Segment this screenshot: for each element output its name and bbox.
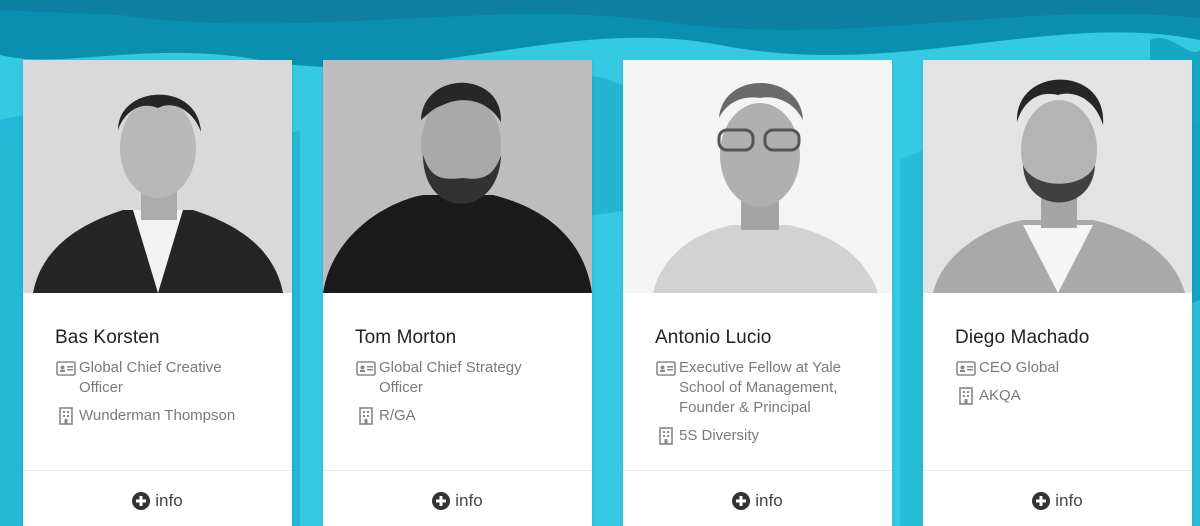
company-name: Wunderman Thompson: [79, 407, 236, 424]
plus-circle-icon: [1032, 491, 1051, 510]
company-name: AKQA: [979, 387, 1021, 404]
speaker-photo: [23, 60, 292, 293]
company-row: R/GA: [355, 406, 592, 426]
building-icon: [359, 407, 373, 425]
card-footer: info: [923, 470, 1192, 526]
job-title-row: CEO Global: [955, 358, 1192, 378]
info-label: info: [455, 490, 483, 510]
job-title-row: Global Chief Strategy Officer: [355, 358, 592, 398]
id-card-icon: [656, 361, 676, 376]
building-icon: [659, 427, 673, 445]
plus-circle-icon: [132, 491, 151, 510]
plus-circle-icon: [432, 491, 451, 510]
speaker-name: Diego Machado: [955, 327, 1090, 348]
plus-circle-icon: [732, 491, 751, 510]
info-button[interactable]: info: [732, 490, 783, 511]
speaker-name: Antonio Lucio: [655, 327, 772, 348]
speaker-photo: [623, 60, 892, 293]
company-row: 5S Diversity: [655, 426, 892, 446]
company-row: AKQA: [955, 386, 1192, 406]
job-title-row: Global Chief Creative Officer: [55, 358, 292, 398]
info-label: info: [1055, 490, 1083, 510]
job-title: Executive Fellow at Yale School of Manag…: [679, 359, 842, 416]
job-title-row: Executive Fellow at Yale School of Manag…: [655, 358, 892, 418]
speaker-card[interactable]: Diego Machado CEO Global AKQA info: [923, 60, 1192, 526]
speaker-card[interactable]: Tom Morton Global Chief Strategy Officer…: [323, 60, 592, 526]
speaker-photo: [323, 60, 592, 293]
speaker-card[interactable]: Bas Korsten Global Chief Creative Office…: [23, 60, 292, 526]
card-footer: info: [323, 470, 592, 526]
company-row: Wunderman Thompson: [55, 406, 292, 426]
company-name: 5S Diversity: [679, 427, 760, 444]
job-title: CEO Global: [979, 359, 1060, 376]
card-footer: info: [623, 470, 892, 526]
building-icon: [959, 387, 973, 405]
speaker-photo: [923, 60, 1192, 293]
job-title: Global Chief Strategy Officer: [379, 359, 522, 396]
speaker-name: Tom Morton: [355, 327, 457, 348]
info-label: info: [755, 490, 783, 510]
info-button[interactable]: info: [132, 490, 183, 511]
speaker-cards: Bas Korsten Global Chief Creative Office…: [23, 60, 1192, 526]
info-button[interactable]: info: [432, 490, 483, 511]
info-label: info: [155, 490, 183, 510]
speaker-card[interactable]: Antonio Lucio Executive Fellow at Yale S…: [623, 60, 892, 526]
job-title: Global Chief Creative Officer: [79, 359, 222, 396]
building-icon: [59, 407, 73, 425]
info-button[interactable]: info: [1032, 490, 1083, 511]
id-card-icon: [956, 361, 976, 376]
id-card-icon: [356, 361, 376, 376]
card-footer: info: [23, 470, 292, 526]
id-card-icon: [56, 361, 76, 376]
speaker-name: Bas Korsten: [55, 327, 160, 348]
company-name: R/GA: [379, 407, 416, 424]
